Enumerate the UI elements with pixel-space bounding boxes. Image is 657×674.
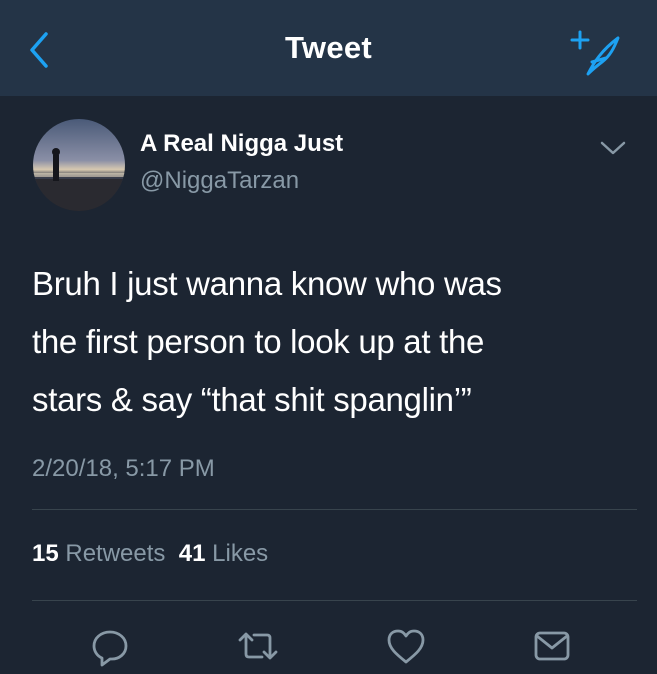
- tweet-stats: 15 Retweets 41 Likes: [32, 540, 268, 568]
- author-name[interactable]: A Real Nigga Just: [140, 130, 343, 158]
- tweet-options-button[interactable]: [598, 136, 628, 160]
- profile-photo: [33, 119, 125, 211]
- compose-quill-icon: [570, 30, 620, 76]
- tweet-text-line: the first person to look up at the: [32, 323, 485, 360]
- compose-tweet-button[interactable]: [568, 28, 628, 78]
- like-icon: [387, 629, 425, 664]
- tweet-timestamp: 2/20/18, 5:17 PM: [32, 455, 215, 482]
- author-handle[interactable]: @NiggaTarzan: [140, 167, 299, 195]
- retweets-count: 15: [32, 540, 59, 567]
- likes-stat[interactable]: 41 Likes: [179, 540, 268, 567]
- share-icon: [534, 631, 570, 661]
- divider: [32, 600, 637, 601]
- share-button[interactable]: [530, 624, 574, 668]
- retweet-icon: [238, 632, 278, 660]
- like-button[interactable]: [384, 624, 428, 668]
- reply-button[interactable]: [88, 624, 132, 668]
- reply-icon: [92, 630, 128, 667]
- retweets-stat[interactable]: 15 Retweets: [32, 540, 165, 567]
- divider: [32, 509, 637, 510]
- top-navigation-bar: Tweet: [0, 0, 657, 96]
- likes-label: Likes: [212, 540, 269, 567]
- chevron-down-icon: [600, 141, 626, 155]
- retweet-button[interactable]: [236, 624, 280, 668]
- tweet-text-line: stars & say “that shit spanglin’”: [32, 381, 472, 418]
- avatar[interactable]: [33, 119, 125, 211]
- tweet-text: Bruh I just wanna know who was the first…: [32, 255, 632, 429]
- likes-count: 41: [178, 540, 206, 567]
- tweet-text-line: Bruh I just wanna know who was: [32, 265, 502, 302]
- page-title: Tweet: [284, 30, 373, 65]
- retweets-label: Retweets: [65, 540, 166, 567]
